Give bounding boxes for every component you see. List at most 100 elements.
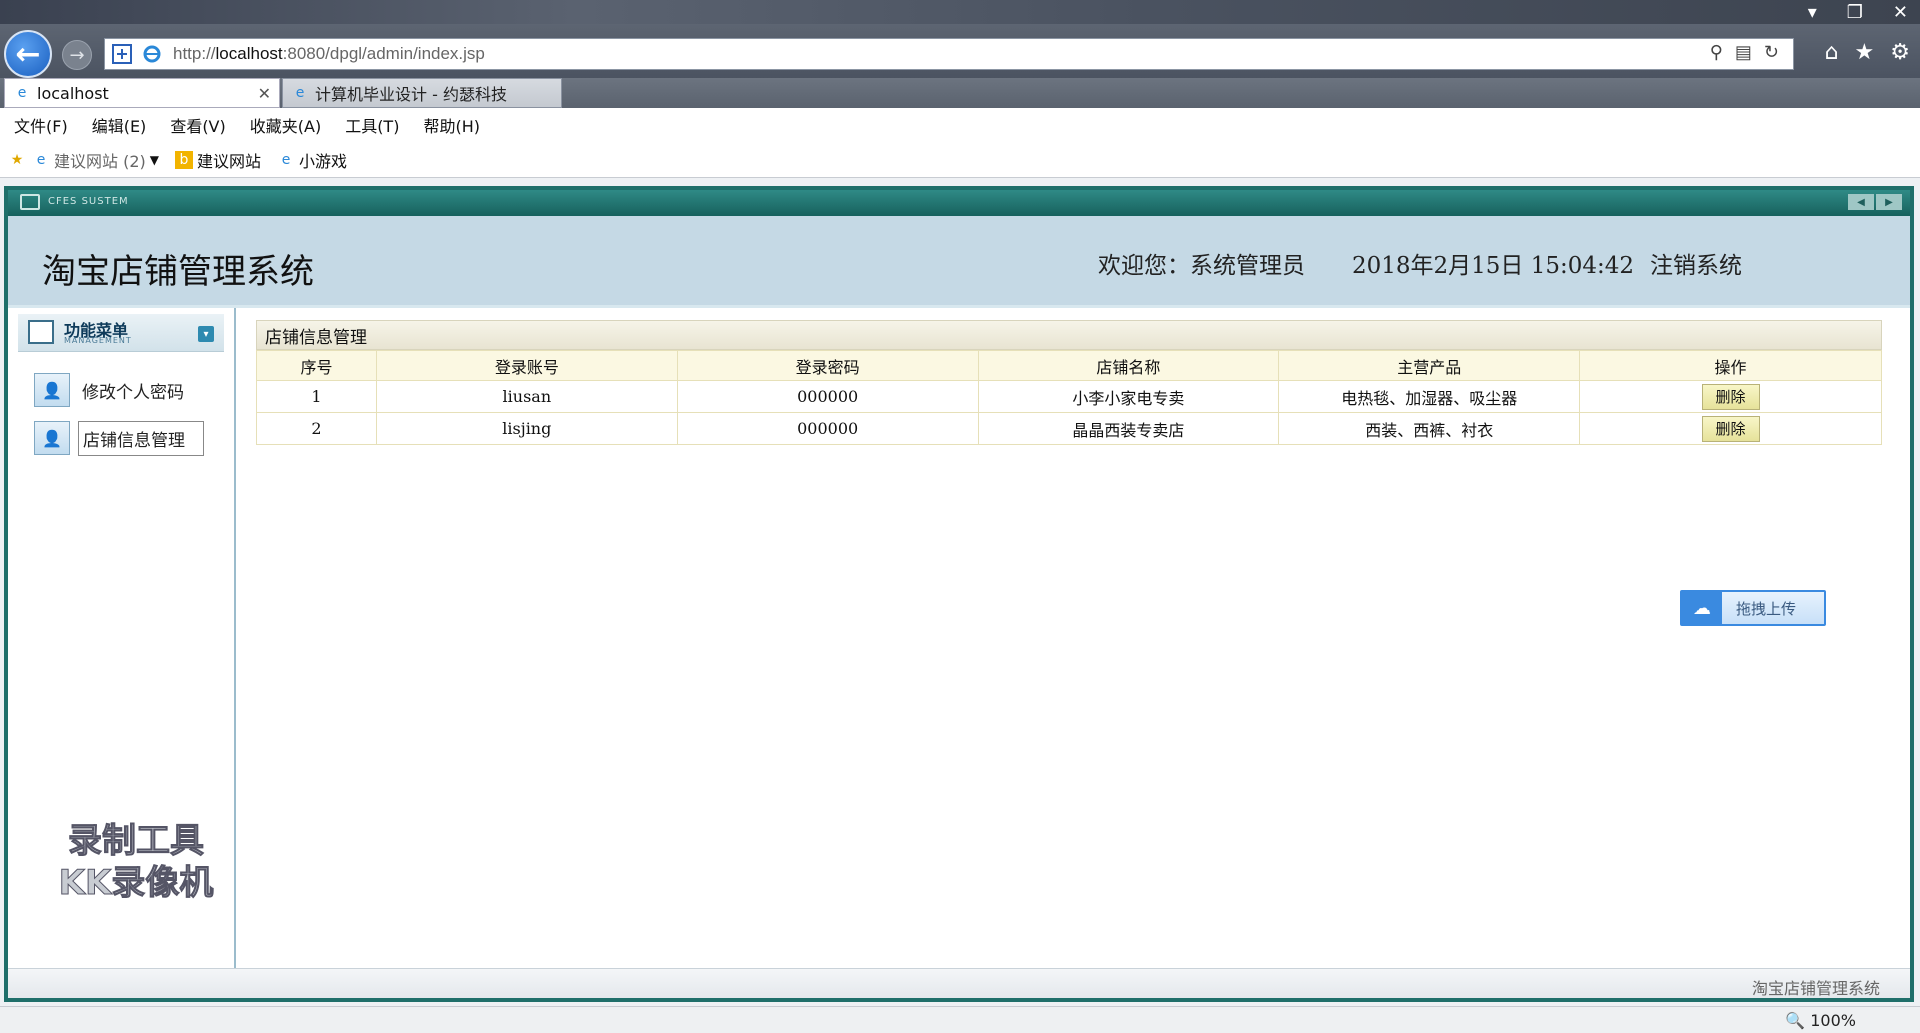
arrow-left-icon: ←: [15, 36, 41, 72]
cell-shop-name: 小李小家电专卖: [977, 380, 1280, 413]
app-frame: CFES SUSTEM ◀ ▶ 淘宝店铺管理系统 欢迎您：系统管理员 2018年…: [4, 186, 1914, 1002]
app-header: 淘宝店铺管理系统 欢迎您：系统管理员 2018年2月15日 15:04:42 注…: [8, 216, 1910, 308]
home-icon[interactable]: ⌂: [1825, 40, 1839, 65]
search-icon[interactable]: ⚲: [1710, 42, 1723, 63]
sidebar-item-label: 店铺信息管理: [78, 420, 204, 456]
cell-password: 000000: [676, 412, 979, 445]
cell-account: lisjing: [375, 412, 678, 445]
watermark-line: 录制工具: [68, 821, 205, 862]
menu-help[interactable]: 帮助(H): [423, 113, 480, 137]
strip-arrows: ◀ ▶: [1848, 194, 1902, 210]
ie-page-icon: e: [281, 151, 291, 168]
close-window-icon[interactable]: ✕: [1893, 2, 1908, 23]
compat-view-icon[interactable]: ▤: [1735, 42, 1752, 63]
column-header: 主营产品: [1278, 350, 1581, 381]
sidebar-subtitle: MANAGEMENT: [64, 336, 132, 345]
tab-jisuanji[interactable]: e 计算机毕业设计 - 约瑟科技: [282, 78, 562, 108]
collapse-icon[interactable]: ▾: [198, 326, 214, 342]
fav-label: 建议网站 (2): [54, 151, 146, 171]
ie-tab-icon: e: [295, 85, 305, 101]
url-host: localhost: [215, 44, 283, 63]
sidebar-header: 功能菜单 MANAGEMENT ▾: [18, 314, 224, 352]
user-card-icon: 👤: [34, 421, 70, 455]
delete-button[interactable]: 删除: [1701, 415, 1760, 442]
refresh-icon[interactable]: ↻: [1764, 42, 1779, 63]
window-controls: ▾ ❐ ✕: [1808, 0, 1908, 24]
sidebar-item-change-password[interactable]: 👤 修改个人密码: [34, 372, 188, 408]
column-header: 操作: [1579, 350, 1882, 381]
arrow-right-icon[interactable]: ▶: [1876, 194, 1902, 210]
status-bar: 🔍 100%: [0, 1006, 1920, 1033]
caret-down-icon: ▼: [149, 152, 159, 167]
menu-edit[interactable]: 编辑(E): [92, 113, 147, 137]
column-header: 登录账号: [375, 350, 678, 381]
watermark-line: KK录像机: [58, 863, 214, 904]
gear-icon[interactable]: ⚙: [1890, 40, 1910, 65]
fav-mini-games[interactable]: e 小游戏: [277, 148, 347, 172]
zoom-icon: 🔍: [1785, 1011, 1806, 1030]
panel-title: 店铺信息管理: [256, 320, 1882, 350]
upload-label: 拖拽上传: [1736, 599, 1797, 618]
table-row: 1 liusan 000000 小李小家电专卖 电热毯、加湿器、吸尘器 删除: [256, 380, 1882, 413]
sidebar-item-shop-management[interactable]: 👤 店铺信息管理: [34, 420, 204, 456]
user-card-icon: 👤: [34, 373, 70, 407]
close-icon[interactable]: ✕: [258, 84, 271, 103]
tab-label: 计算机毕业设计 - 约瑟科技: [315, 85, 507, 104]
restore-icon[interactable]: ❐: [1847, 2, 1863, 23]
app-title: 淘宝店铺管理系统: [42, 252, 314, 292]
cell-password: 000000: [676, 380, 979, 413]
address-tools: ⚲ ▤ ↻: [1710, 42, 1779, 63]
recorder-watermark: 录制工具 KK录像机: [36, 820, 236, 904]
arrow-left-icon[interactable]: ◀: [1848, 194, 1874, 210]
cell-products: 电热毯、加湿器、吸尘器: [1278, 380, 1581, 413]
cell-action: 删除: [1579, 380, 1882, 413]
system-label: CFES SUSTEM: [48, 196, 129, 207]
address-url[interactable]: http://localhost:8080/dpgl/admin/index.j…: [173, 44, 485, 64]
ie-page-icon: [139, 41, 165, 67]
cloud-icon: ☁: [1682, 592, 1722, 624]
url-prefix: http://: [173, 44, 216, 63]
tab-localhost[interactable]: e localhost ✕: [4, 78, 280, 108]
back-button[interactable]: ←: [4, 30, 52, 78]
footer-text: 淘宝店铺管理系统: [1751, 979, 1880, 998]
column-header: 店铺名称: [977, 350, 1280, 381]
shop-info-panel: 店铺信息管理 序号 登录账号 登录密码 店铺名称 主营产品 操作 1 liusa…: [256, 320, 1882, 445]
table-header-row: 序号 登录账号 登录密码 店铺名称 主营产品 操作: [256, 350, 1882, 381]
fav-label: 建议网站: [197, 151, 262, 171]
fav-suggested-sites[interactable]: b 建议网站: [175, 148, 261, 172]
cell-no: 1: [256, 380, 377, 413]
cell-action: 删除: [1579, 412, 1882, 445]
app-footer: 淘宝店铺管理系统: [8, 968, 1910, 998]
browser-tools: ⌂ ★ ⚙: [1825, 40, 1910, 65]
url-path: :8080/dpgl/admin/index.jsp: [282, 44, 485, 63]
menu-favorites[interactable]: 收藏夹(A): [250, 113, 321, 137]
address-bar[interactable]: http://localhost:8080/dpgl/admin/index.j…: [104, 38, 1794, 70]
zoom-value: 100%: [1810, 1011, 1856, 1030]
delete-button[interactable]: 删除: [1701, 383, 1760, 410]
monitor-icon: [20, 194, 40, 210]
favorites-star-icon[interactable]: ★: [1855, 40, 1875, 65]
menu-view[interactable]: 查看(V): [170, 113, 225, 137]
current-datetime: 2018年2月15日 15:04:42: [1352, 253, 1635, 279]
menu-tools[interactable]: 工具(T): [345, 113, 399, 137]
favorites-bar: ★ e 建议网站 (2) ▼ b 建议网站 e 小游戏: [0, 142, 1920, 178]
fav-suggested-sites-dropdown[interactable]: e 建议网站 (2) ▼: [32, 148, 159, 172]
welcome-text: 欢迎您：系统管理员: [1098, 253, 1305, 279]
menu-bar: 文件(F) 编辑(E) 查看(V) 收藏夹(A) 工具(T) 帮助(H): [0, 108, 1920, 142]
menu-board-icon: [28, 320, 54, 344]
zoom-level[interactable]: 🔍 100%: [1785, 1011, 1856, 1030]
column-header: 序号: [256, 350, 377, 381]
minimize-icon[interactable]: ▾: [1808, 2, 1817, 23]
cell-shop-name: 晶晶西装专卖店: [977, 412, 1280, 445]
add-favorite-star-icon[interactable]: ★: [8, 151, 26, 169]
drag-upload-button[interactable]: ☁ 拖拽上传: [1680, 590, 1826, 626]
app-top-strip: CFES SUSTEM ◀ ▶: [8, 190, 1910, 216]
compat-icon[interactable]: [109, 41, 135, 67]
logout-link[interactable]: 注销系统: [1650, 246, 1742, 280]
table-row: 2 lisjing 000000 晶晶西装专卖店 西装、西裤、衬衣 删除: [256, 412, 1882, 445]
shop-table: 序号 登录账号 登录密码 店铺名称 主营产品 操作 1 liusan 00000…: [256, 350, 1882, 445]
sidebar-item-label: 修改个人密码: [82, 382, 184, 403]
forward-button[interactable]: →: [62, 40, 92, 70]
column-header: 登录密码: [676, 350, 979, 381]
menu-file[interactable]: 文件(F): [14, 113, 68, 137]
